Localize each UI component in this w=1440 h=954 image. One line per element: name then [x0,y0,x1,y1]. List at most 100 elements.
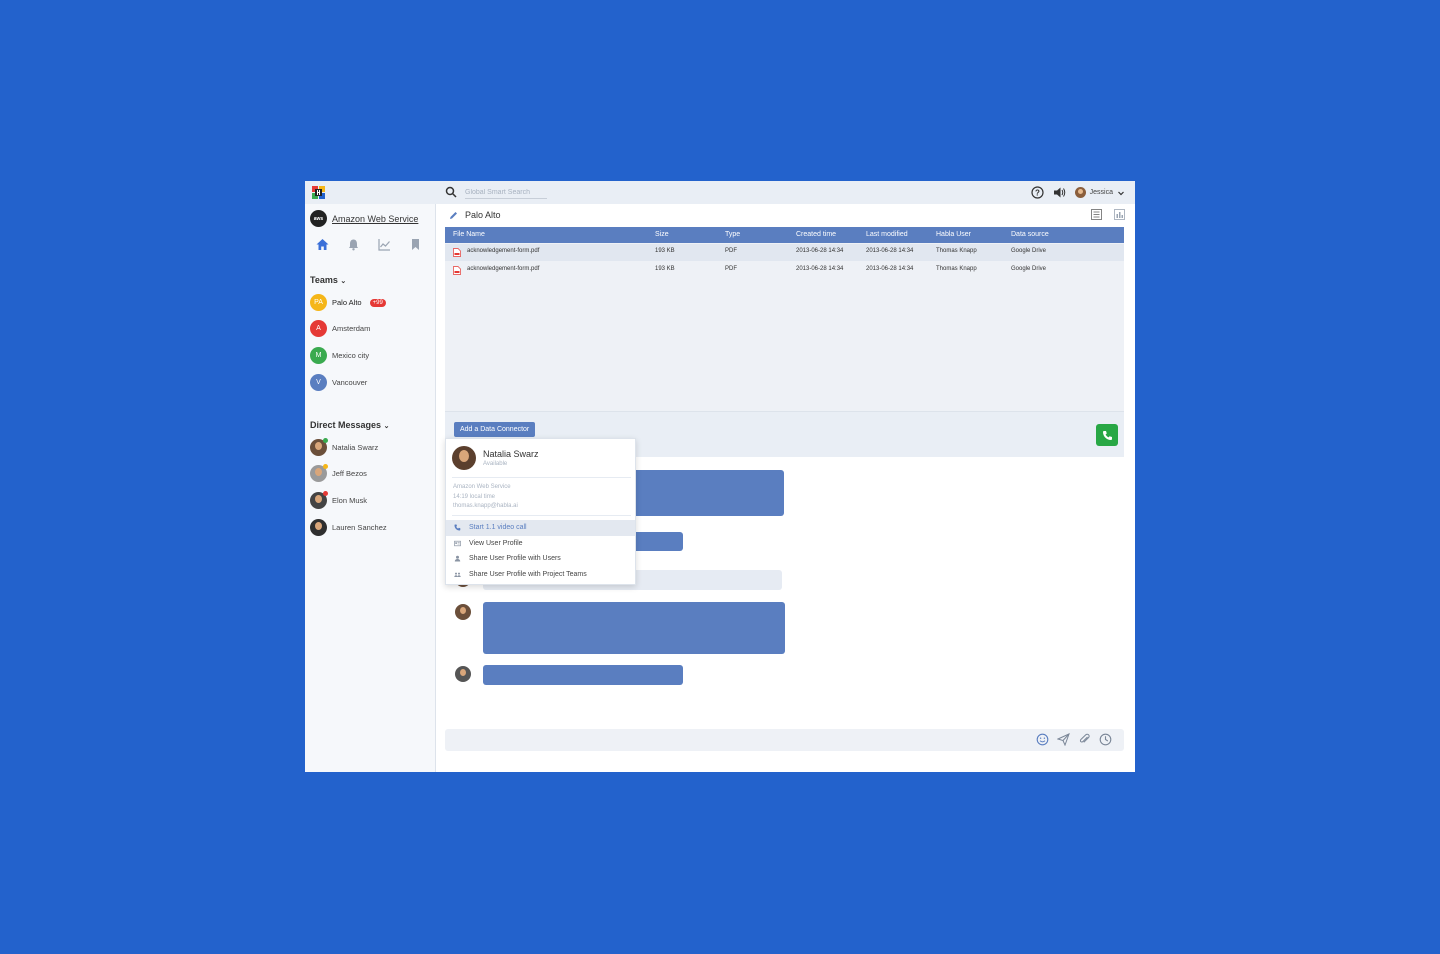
top-bar: ? Jessica [305,181,1135,204]
bookmark-icon[interactable] [409,238,422,251]
clock-icon[interactable] [1099,733,1112,746]
sidebar-item-team[interactable]: M Mexico city [310,347,369,364]
menu-item-share-with-teams[interactable]: Share User Profile with Project Teams [446,567,635,583]
home-icon[interactable] [316,238,329,251]
search-icon[interactable] [445,186,457,198]
team-name: Palo Alto [332,298,362,307]
file-type: PDF [725,266,737,272]
dm-avatar-wrap [310,464,328,482]
team-avatar: A [310,320,327,337]
data-source: Google Drive [1011,266,1047,272]
column-header[interactable]: File Name [453,231,485,238]
attachment-icon[interactable] [1078,733,1091,746]
app-logo-icon[interactable] [312,186,325,199]
user-profile-popup: Natalia Swarz Available Amazon Web Servi… [445,438,636,585]
team-icon [454,572,461,577]
column-header[interactable]: Habla User [936,231,971,238]
speaker-icon[interactable] [1053,186,1066,199]
id-card-icon [454,540,461,546]
column-header[interactable]: Created time [796,231,836,238]
column-header[interactable]: Last modified [866,231,908,238]
status-dot [323,464,328,469]
status-dot [323,438,328,443]
sidebar-item-team[interactable]: PA Palo Alto +99 [310,294,386,311]
dm-name: Elon Musk [332,496,368,505]
composer-actions [1036,733,1112,746]
sidebar: aws Amazon Web Service Teams ⌄ PA Palo A… [305,204,436,772]
divider [452,515,631,516]
analytics-icon[interactable] [378,238,391,251]
svg-text:?: ? [1035,188,1040,197]
dm-name: Jeff Bezos [332,469,367,478]
list-view-icon[interactable] [1091,209,1102,220]
habla-user: Thomas Knapp [936,248,977,254]
created-time: 2013-06-28 14:34 [796,266,844,272]
menu-item-label: View User Profile [469,539,523,547]
menu-item-share-with-users[interactable]: Share User Profile with Users [446,551,635,567]
table-row[interactable]: acknowledgement-form.pdf 193 KB PDF 2013… [445,262,1124,279]
sidebar-item-dm[interactable]: Lauren Sanchez [310,519,387,536]
direct-messages-title: Direct Messages [310,420,382,430]
menu-item-view-profile[interactable]: View User Profile [446,536,635,552]
org-logo: aws [310,210,327,227]
team-name: Vancouver [332,378,368,387]
org-switcher[interactable]: aws Amazon Web Service [310,210,418,227]
message-avatar [455,666,471,682]
column-header[interactable]: Size [655,231,669,238]
popup-header: Natalia Swarz Available [452,446,539,470]
global-search-input[interactable] [465,186,547,199]
add-data-connector-button[interactable]: Add a Data Connector [454,422,536,437]
user-name: Jessica [1089,189,1113,196]
emoji-icon[interactable] [1036,733,1049,746]
created-time: 2013-06-28 14:34 [796,248,844,254]
pdf-file-icon [453,248,461,257]
message-bubble[interactable] [483,602,785,654]
user-icon [454,555,461,562]
file-size: 193 KB [655,266,675,272]
chart-view-icon[interactable] [1114,209,1125,220]
dm-avatar-wrap [310,491,328,509]
chevron-down-icon [1118,191,1124,195]
team-name: Amsterdam [332,324,371,333]
avatar [452,446,476,470]
message-bubble[interactable] [483,665,683,685]
popup-user-name: Natalia Swarz [483,449,539,459]
user-menu[interactable]: Jessica [1074,187,1125,198]
help-icon[interactable]: ? [1031,186,1044,199]
teams-header[interactable]: Teams ⌄ [310,275,346,285]
table-row[interactable]: acknowledgement-form.pdf 193 KB PDF 2013… [445,244,1124,261]
data-source: Google Drive [1011,248,1047,254]
popup-user-org: Amazon Web Service [453,484,511,490]
sidebar-item-dm[interactable]: Elon Musk [310,491,368,509]
call-button[interactable] [1096,424,1118,446]
column-header[interactable]: Data source [1011,231,1049,238]
teams-title: Teams [310,275,338,285]
message-composer[interactable] [445,729,1124,751]
sidebar-item-team[interactable]: A Amsterdam [310,320,370,337]
channel-header: Palo Alto [449,210,501,220]
app-window: ? Jessica aws Amazon Web Service [305,181,1135,772]
send-icon[interactable] [1057,733,1070,746]
sidebar-item-team[interactable]: V Vancouver [310,374,367,391]
last-modified: 2013-06-28 14:34 [866,248,914,254]
file-size: 193 KB [655,248,675,254]
team-avatar: M [310,347,327,364]
bell-icon[interactable] [347,238,360,251]
menu-item-start-video-call[interactable]: Start 1.1 video call [446,520,635,536]
phone-icon [1102,430,1112,440]
message-bubble[interactable] [613,470,784,516]
pdf-file-icon [453,266,461,275]
unread-badge: +99 [369,298,386,307]
menu-item-label: Start 1.1 video call [469,524,527,532]
popup-user-email: thomas.knapp@habla.ai [453,503,518,509]
edit-icon[interactable] [449,211,458,220]
phone-icon [454,524,461,531]
sidebar-item-dm[interactable]: Jeff Bezos [310,464,367,482]
column-header[interactable]: Type [725,231,740,238]
table-header: File Name Size Type Created time Last mo… [445,227,1124,243]
direct-messages-header[interactable]: Direct Messages ⌄ [310,420,389,430]
team-avatar: V [310,374,327,391]
sidebar-item-dm[interactable]: Natalia Swarz [310,438,378,456]
menu-item-label: Share User Profile with Users [469,555,561,563]
popup-user-info: Amazon Web Service 14:19 local time thom… [453,483,518,512]
